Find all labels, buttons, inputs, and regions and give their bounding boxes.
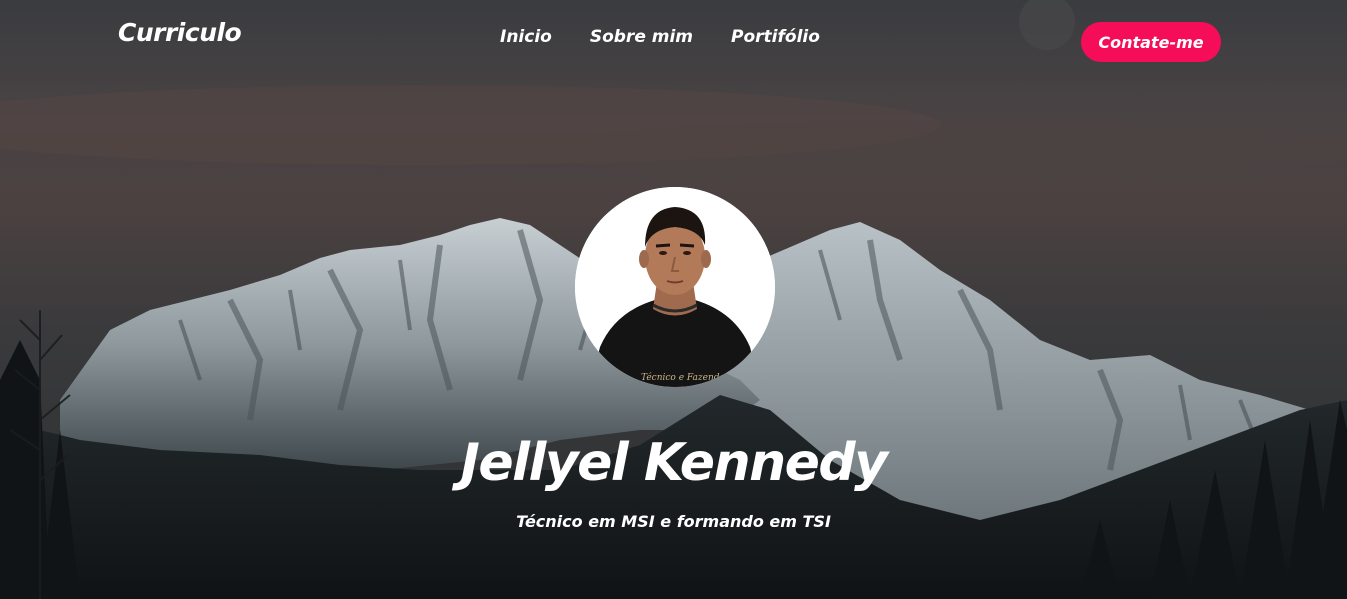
navbar: Curriculo Inicio Sobre mim Portifólio Co… bbox=[0, 0, 1347, 80]
profile-photo: Técnico e Fazendo bbox=[575, 187, 775, 387]
nav-link-portifolio[interactable]: Portifólio bbox=[731, 27, 820, 47]
nav-link-inicio[interactable]: Inicio bbox=[500, 27, 552, 47]
brand-logo[interactable]: Curriculo bbox=[118, 18, 242, 47]
profile-avatar: Técnico e Fazendo bbox=[575, 187, 775, 387]
hero-name: Jellyel Kennedy bbox=[460, 433, 889, 493]
contact-button[interactable]: Contate-me bbox=[1081, 22, 1221, 62]
nav-link-sobre-mim[interactable]: Sobre mim bbox=[590, 27, 693, 47]
hero-section: Curriculo Inicio Sobre mim Portifólio Co… bbox=[0, 0, 1347, 599]
nav-links: Inicio Sobre mim Portifólio bbox=[500, 27, 858, 47]
hero-subtitle: Técnico em MSI e formando em TSI bbox=[516, 512, 831, 531]
